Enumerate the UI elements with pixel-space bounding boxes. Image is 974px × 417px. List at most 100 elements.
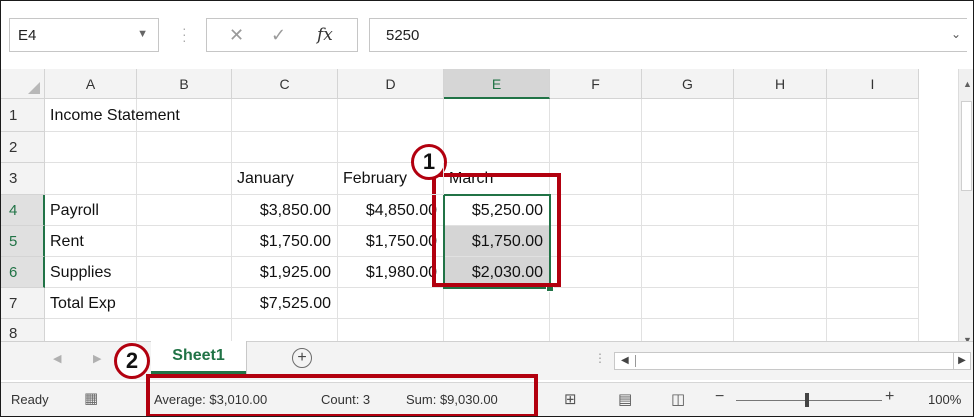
column-header-c[interactable]: C — [232, 69, 338, 99]
cell-d7[interactable] — [338, 288, 444, 319]
zoom-slider-thumb[interactable] — [805, 393, 809, 407]
cell-b4[interactable] — [137, 195, 232, 226]
cell-h4[interactable] — [734, 195, 827, 226]
column-header-h[interactable]: H — [734, 69, 827, 99]
row-header-1[interactable]: 1 — [1, 99, 45, 132]
row-header-5[interactable]: 5 — [1, 226, 45, 257]
cell-c1[interactable] — [232, 99, 338, 132]
vertical-scrollbar[interactable]: ▲ ▼ — [958, 69, 973, 349]
cell-h3[interactable] — [734, 163, 827, 195]
cell-b6[interactable] — [137, 257, 232, 288]
cell-e4[interactable]: $5,250.00 — [444, 195, 550, 226]
cell-f2[interactable] — [550, 132, 642, 163]
cell-c4[interactable]: $3,850.00 — [232, 195, 338, 226]
cell-b5[interactable] — [137, 226, 232, 257]
page-layout-view-icon[interactable]: ▤ — [618, 390, 632, 408]
scroll-left-icon[interactable]: ◀ — [621, 355, 629, 366]
cell-h5[interactable] — [734, 226, 827, 257]
expand-formula-bar-icon[interactable]: ⌄ — [951, 27, 961, 41]
cell-c3[interactable]: January — [232, 163, 338, 195]
cell-f3[interactable] — [550, 163, 642, 195]
cell-c5[interactable]: $1,750.00 — [232, 226, 338, 257]
cell-a4[interactable]: Payroll — [45, 195, 137, 226]
column-header-f[interactable]: F — [550, 69, 642, 99]
enter-icon[interactable]: ✓ — [271, 25, 286, 46]
zoom-level[interactable]: 100% — [928, 392, 961, 407]
fill-handle[interactable] — [546, 284, 554, 292]
splitter-dots-icon[interactable]: ⋮ — [594, 351, 606, 365]
cell-f5[interactable] — [550, 226, 642, 257]
cell-g4[interactable] — [642, 195, 734, 226]
tab-scroll-right-icon[interactable]: ▶ — [93, 352, 101, 365]
cell-b3[interactable] — [137, 163, 232, 195]
tab-scroll-left-icon[interactable]: ◀ — [53, 352, 61, 365]
row-header-3[interactable]: 3 — [1, 163, 45, 195]
cell-i7[interactable] — [827, 288, 919, 319]
cell-c6[interactable]: $1,925.00 — [232, 257, 338, 288]
cell-g1[interactable] — [642, 99, 734, 132]
row-header-4[interactable]: 4 — [1, 195, 45, 226]
row-header-7[interactable]: 7 — [1, 288, 45, 319]
cell-e1[interactable] — [444, 99, 550, 132]
cell-b7[interactable] — [137, 288, 232, 319]
normal-view-icon[interactable]: ⊞ — [564, 390, 577, 408]
select-all-corner[interactable] — [1, 69, 45, 99]
cell-h2[interactable] — [734, 132, 827, 163]
cell-e2[interactable] — [444, 132, 550, 163]
cell-g2[interactable] — [642, 132, 734, 163]
cell-g6[interactable] — [642, 257, 734, 288]
cell-g7[interactable] — [642, 288, 734, 319]
cell-a3[interactable] — [45, 163, 137, 195]
cell-d6[interactable]: $1,980.00 — [338, 257, 444, 288]
cell-b2[interactable] — [137, 132, 232, 163]
cell-e3[interactable]: March — [444, 163, 550, 195]
h-scroll-thumb[interactable] — [635, 355, 648, 367]
cell-f4[interactable] — [550, 195, 642, 226]
cell-i1[interactable] — [827, 99, 919, 132]
cell-f7[interactable] — [550, 288, 642, 319]
cell-e6[interactable]: $2,030.00 — [444, 257, 550, 288]
row-header-2[interactable]: 2 — [1, 132, 45, 163]
cell-h1[interactable] — [734, 99, 827, 132]
macro-record-icon[interactable]: ▦ — [84, 389, 98, 407]
cell-d1[interactable] — [338, 99, 444, 132]
column-header-i[interactable]: I — [827, 69, 919, 99]
row-header-6[interactable]: 6 — [1, 257, 45, 288]
column-header-d[interactable]: D — [338, 69, 444, 99]
cell-f6[interactable] — [550, 257, 642, 288]
cell-d3[interactable]: February — [338, 163, 444, 195]
insert-function-icon[interactable]: fx — [317, 25, 333, 45]
zoom-out-button[interactable]: − — [715, 388, 724, 406]
page-break-view-icon[interactable]: ◫ — [671, 390, 685, 408]
scroll-thumb[interactable] — [961, 101, 972, 191]
cell-g3[interactable] — [642, 163, 734, 195]
cell-a7[interactable]: Total Exp — [45, 288, 137, 319]
cell-c2[interactable] — [232, 132, 338, 163]
column-header-a[interactable]: A — [45, 69, 137, 99]
horizontal-scrollbar[interactable]: ◀ ▶ — [614, 352, 971, 370]
cell-i6[interactable] — [827, 257, 919, 288]
cell-e5[interactable]: $1,750.00 — [444, 226, 550, 257]
zoom-slider-track[interactable] — [736, 400, 882, 401]
add-sheet-icon[interactable]: + — [292, 348, 312, 368]
cell-h6[interactable] — [734, 257, 827, 288]
scroll-up-icon[interactable]: ▲ — [963, 79, 972, 89]
cancel-icon[interactable]: ✕ — [229, 25, 244, 46]
cell-i4[interactable] — [827, 195, 919, 226]
cell-i5[interactable] — [827, 226, 919, 257]
cell-a2[interactable] — [45, 132, 137, 163]
chevron-down-icon[interactable]: ▼ — [137, 28, 148, 40]
formula-input[interactable]: 5250 — [369, 18, 967, 52]
name-box[interactable]: E4 ▼ — [9, 18, 159, 52]
cell-c7[interactable]: $7,525.00 — [232, 288, 338, 319]
cell-e7[interactable] — [444, 288, 550, 319]
cell-h7[interactable] — [734, 288, 827, 319]
cell-a5[interactable]: Rent — [45, 226, 137, 257]
cell-i3[interactable] — [827, 163, 919, 195]
cell-g5[interactable] — [642, 226, 734, 257]
cell-i2[interactable] — [827, 132, 919, 163]
tab-sheet1[interactable]: Sheet1 — [151, 341, 246, 374]
zoom-in-button[interactable]: + — [885, 388, 894, 406]
cell-d4[interactable]: $4,850.00 — [338, 195, 444, 226]
column-header-e[interactable]: E — [444, 69, 550, 99]
